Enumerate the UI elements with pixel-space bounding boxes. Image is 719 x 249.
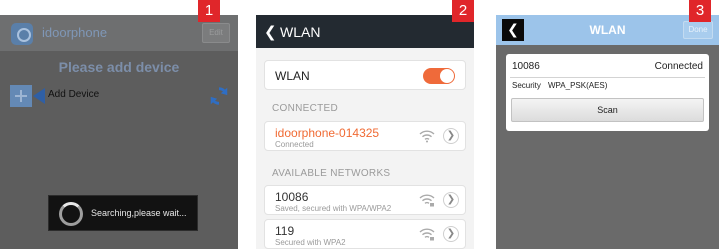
app-logo-icon	[11, 23, 33, 45]
add-icon[interactable]	[10, 85, 32, 107]
chevron-right-icon[interactable]: ❯	[443, 128, 459, 144]
network-status: Connected	[275, 140, 314, 149]
wifi-lock-icon	[419, 228, 435, 241]
add-device-row[interactable]: Add Device	[10, 85, 230, 107]
empty-state-title: Please add device	[58, 59, 180, 75]
network-row[interactable]: 10086 Saved, secured with WPA/WPA2 ❯	[264, 185, 466, 215]
top-bar: ❮ WLAN Done	[496, 15, 719, 45]
network-name: 119	[275, 224, 295, 238]
divider	[510, 77, 705, 78]
connected-network-row[interactable]: idoorphone-014325 Connected ❯	[264, 121, 466, 151]
screen-wlan-settings: ❮ WLAN WLAN CONNECTED idoorphone-014325 …	[256, 15, 474, 249]
top-bar: ❮ WLAN	[256, 15, 474, 48]
step-badge-3: 3	[689, 0, 711, 22]
chevron-right-icon[interactable]: ❯	[443, 192, 459, 208]
screen-device-search: idoorphone Edit Please add device Add De…	[0, 15, 238, 249]
security-label: Security	[512, 81, 541, 90]
screen-device-wlan: ❮ WLAN Done 10086 Connected Security WPA…	[496, 15, 719, 249]
step-badge-2: 2	[452, 0, 474, 22]
wlan-toggle[interactable]	[423, 68, 455, 84]
scan-button[interactable]: Scan	[511, 98, 704, 122]
back-icon[interactable]: ❮	[264, 23, 277, 41]
arrow-left-icon	[33, 88, 45, 104]
network-ssid: 10086	[512, 61, 540, 72]
step-badge-1: 1	[198, 0, 220, 22]
toggle-knob	[440, 69, 454, 83]
network-row[interactable]: 119 Secured with WPA2 ❯	[264, 219, 466, 249]
searching-toast: Searching,please wait...	[48, 195, 198, 231]
network-status: Saved, secured with WPA/WPA2	[275, 204, 392, 213]
network-name: idoorphone-014325	[275, 126, 380, 140]
network-name: 10086	[275, 190, 309, 204]
refresh-icon[interactable]	[208, 85, 230, 107]
wlan-label: WLAN	[275, 69, 310, 83]
done-button[interactable]: Done	[683, 21, 713, 39]
chevron-right-icon[interactable]: ❯	[443, 226, 459, 242]
network-status: Connected	[654, 61, 703, 72]
connected-header: CONNECTED	[272, 103, 339, 114]
toast-text: Searching,please wait...	[91, 208, 187, 218]
available-networks-header: AVAILABLE NETWORKS	[272, 168, 391, 179]
network-info-panel: 10086 Connected Security WPA_PSK(AES) Sc…	[506, 54, 709, 131]
add-device-label: Add Device	[48, 89, 100, 100]
security-value: WPA_PSK(AES)	[548, 81, 608, 90]
page-title: WLAN	[280, 24, 321, 40]
edit-button[interactable]: Edit	[202, 23, 230, 43]
spinner-icon	[59, 202, 83, 226]
network-status: Secured with WPA2	[275, 238, 346, 247]
wifi-icon	[419, 130, 435, 143]
app-title: idoorphone	[42, 25, 108, 40]
wlan-toggle-row[interactable]: WLAN	[264, 60, 466, 90]
wifi-lock-icon	[419, 194, 435, 207]
